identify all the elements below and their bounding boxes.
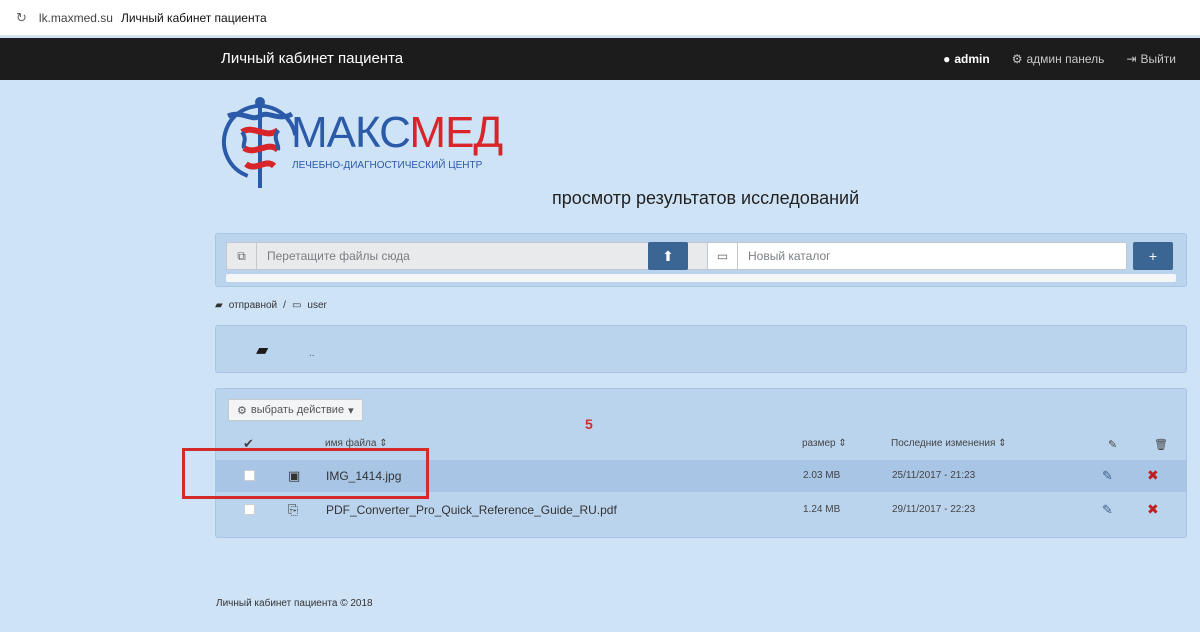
file-drop-zone[interactable]: ⧉ Перетащите файлы сюда xyxy=(226,242,714,270)
row-checkbox[interactable] xyxy=(244,504,255,515)
copy-files-icon: ⧉ xyxy=(227,243,257,269)
file-modified: 29/11/2017 - 22:23 xyxy=(892,504,976,515)
url-text[interactable]: lk.maxmed.su xyxy=(39,11,113,25)
page-heading: просмотр результатов исследований xyxy=(552,188,860,208)
select-action-dropdown[interactable]: ⚙ выбрать действие ▾ xyxy=(228,399,363,421)
breadcrumb: ▰ отправной / ▭ user xyxy=(215,300,327,311)
upload-icon: ⬆ xyxy=(662,247,674,264)
highlight-annotation-box xyxy=(182,448,429,499)
column-modified-label: Последние изменения xyxy=(891,438,996,449)
navbar-links: ● admin ⚙ админ панель ⇥ Выйти xyxy=(943,52,1176,66)
footer-text: Личный кабинет пациента © 2018 xyxy=(216,598,373,609)
upload-panel: ⧉ Перетащите файлы сюда ⬆ ▭ Новый катало… xyxy=(215,233,1187,287)
user-name: admin xyxy=(954,52,990,66)
logo-wordmark: МАКСМЕД xyxy=(291,108,503,158)
new-folder-input[interactable]: ▭ Новый каталог xyxy=(707,242,1127,270)
new-folder-placeholder: Новый каталог xyxy=(748,249,831,263)
file-name-link[interactable]: PDF_Converter_Pro_Quick_Reference_Guide_… xyxy=(326,503,617,517)
logo-wordmark-part2: МЕД xyxy=(409,108,503,157)
folder-open-icon: ▭ xyxy=(291,300,302,311)
user-menu-link[interactable]: ● admin xyxy=(943,52,990,66)
annotation-number: 5 xyxy=(585,416,593,432)
reload-icon[interactable]: ↻ xyxy=(16,10,27,26)
file-size: 2.03 MB xyxy=(803,470,841,481)
edit-icon[interactable]: ✎ xyxy=(1102,502,1113,518)
browser-address-bar: ↻ lk.maxmed.su Личный кабинет пациента xyxy=(0,0,1200,36)
navbar-brand[interactable]: Личный кабинет пациента xyxy=(221,50,403,67)
gears-icon: ⚙ xyxy=(1011,52,1023,66)
breadcrumb-separator: / xyxy=(283,300,286,311)
top-navbar: Личный кабинет пациента ● admin ⚙ админ … xyxy=(0,38,1200,80)
parent-folder-panel[interactable]: ▰ .. xyxy=(215,325,1187,373)
pdf-file-icon: ⎘ xyxy=(288,502,299,517)
file-modified: 25/11/2017 - 21:23 xyxy=(892,470,976,481)
edit-icon[interactable]: ✎ xyxy=(1102,468,1113,484)
page-title-tab: Личный кабинет пациента xyxy=(120,10,267,25)
logout-link[interactable]: ⇥ Выйти xyxy=(1126,52,1176,66)
pencil-icon: ✎ xyxy=(1108,439,1118,451)
breadcrumb-root[interactable]: отправной xyxy=(229,300,277,311)
delete-icon[interactable]: ✖ xyxy=(1147,501,1159,518)
user-icon: ● xyxy=(943,52,951,66)
logout-label: Выйти xyxy=(1140,52,1176,66)
folder-open-icon: ▰ xyxy=(256,342,269,359)
column-modified[interactable]: Последние изменения ⇕ xyxy=(891,438,1007,449)
sort-icon: ⇕ xyxy=(998,438,1007,449)
select-action-label: выбрать действие xyxy=(250,404,345,416)
drop-placeholder: Перетащите файлы сюда xyxy=(267,249,410,263)
delete-icon[interactable]: ✖ xyxy=(1147,467,1159,484)
trash-icon: 🗑 xyxy=(1154,439,1168,451)
gear-icon: ⚙ xyxy=(237,404,247,417)
create-folder-button[interactable]: + xyxy=(1133,242,1173,270)
breadcrumb-current: user xyxy=(307,300,327,311)
column-size-label: размер xyxy=(802,438,836,449)
caret-down-icon: ▾ xyxy=(348,404,354,417)
plus-icon: + xyxy=(1148,248,1158,264)
upload-button[interactable]: ⬆ xyxy=(648,242,688,270)
folder-open-icon: ▭ xyxy=(708,243,738,269)
logout-icon: ⇥ xyxy=(1126,52,1137,66)
admin-panel-link[interactable]: ⚙ админ панель xyxy=(1012,52,1105,66)
column-size[interactable]: размер ⇕ xyxy=(802,438,847,449)
folder-icon: ▰ xyxy=(215,300,223,311)
file-size: 1.24 MB xyxy=(803,504,841,515)
logo-subtitle: ЛЕЧЕБНО-ДИАГНОСТИЧЕСКИЙ ЦЕНТР xyxy=(292,160,483,171)
upload-progress-bar xyxy=(226,274,1176,282)
sort-icon: ⇕ xyxy=(838,438,847,449)
parent-folder-label: .. xyxy=(309,348,315,359)
admin-panel-label: админ панель xyxy=(1026,52,1105,66)
logo-wordmark-part1: МАКС xyxy=(291,108,410,157)
